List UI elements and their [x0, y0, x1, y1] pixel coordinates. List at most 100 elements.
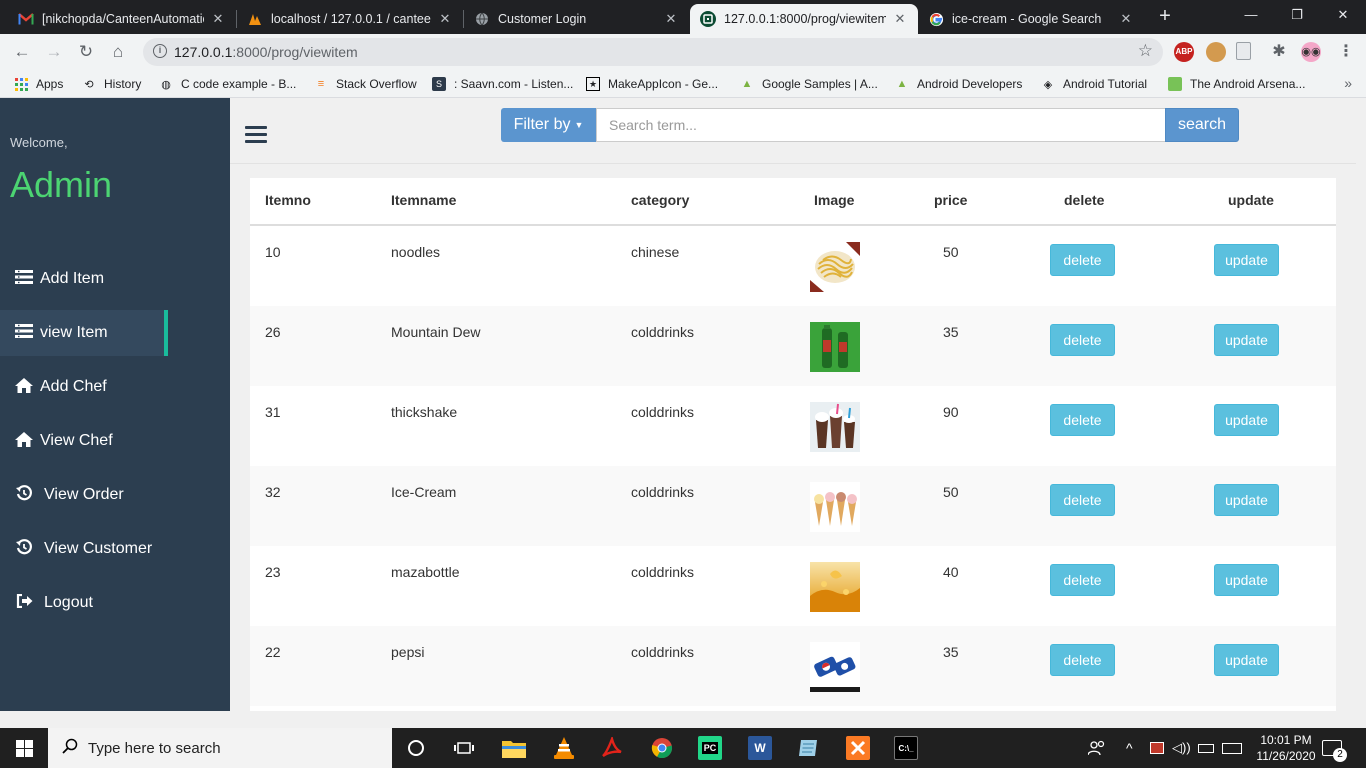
- battery-icon[interactable]: [1198, 728, 1214, 768]
- close-window-icon[interactable]: ✕: [1320, 0, 1366, 32]
- close-tab-icon[interactable]: ✕: [892, 11, 908, 27]
- volume-icon[interactable]: ◁)): [1172, 728, 1191, 768]
- hamburger-menu-icon[interactable]: [245, 126, 267, 144]
- cell-category: colddrinks: [631, 404, 695, 420]
- bookmark-android-arsenal[interactable]: The Android Arsena...: [1168, 75, 1305, 93]
- minimize-icon[interactable]: —: [1228, 0, 1274, 32]
- admin-username: Admin: [10, 164, 113, 205]
- delete-button[interactable]: delete: [1050, 404, 1115, 436]
- update-button[interactable]: update: [1214, 324, 1279, 356]
- delete-button[interactable]: delete: [1050, 244, 1115, 276]
- home-icon[interactable]: ⌂: [106, 40, 130, 64]
- delete-button[interactable]: delete: [1050, 324, 1115, 356]
- adblock-plus-icon[interactable]: ABP: [1174, 42, 1194, 62]
- update-button[interactable]: update: [1214, 644, 1279, 676]
- bookmark-c-code[interactable]: ◍ C code example - B...: [159, 75, 296, 93]
- sidebar-item-label: view Item: [40, 324, 108, 341]
- sidebar-item-label: View Customer: [44, 540, 153, 557]
- restore-icon[interactable]: ❐: [1274, 0, 1320, 32]
- people-icon[interactable]: [1088, 728, 1106, 768]
- sidebar-item-add-chef[interactable]: Add Chef: [0, 364, 168, 410]
- document-extension-icon[interactable]: [1236, 42, 1251, 60]
- cookie-extension-icon[interactable]: [1206, 42, 1226, 62]
- tab-title: localhost / 127.0.0.1 / canteena: [271, 12, 431, 26]
- column-header-category: category: [631, 192, 690, 208]
- address-bar[interactable]: i 127.0.0.1:8000/prog/viewitem ☆: [143, 38, 1163, 66]
- browser-tab[interactable]: Customer Login ✕: [464, 4, 689, 34]
- xampp-icon[interactable]: [846, 736, 870, 760]
- update-button[interactable]: update: [1214, 404, 1279, 436]
- browser-tab[interactable]: [nikchopda/CanteenAutomatic ✕: [8, 4, 236, 34]
- stackoverflow-icon: ≡: [317, 78, 325, 90]
- back-icon[interactable]: ←: [10, 40, 34, 64]
- close-tab-icon[interactable]: ✕: [210, 11, 226, 27]
- browser-tab[interactable]: ice-cream - Google Search ✕: [918, 4, 1144, 34]
- tab-title: Customer Login: [498, 12, 587, 26]
- search-button[interactable]: search: [1165, 108, 1239, 142]
- browser-tab[interactable]: localhost / 127.0.0.1 / canteena ✕: [237, 4, 463, 34]
- forward-icon[interactable]: →: [42, 40, 66, 64]
- bookmark-android-developers[interactable]: ▲ Android Developers: [895, 75, 1023, 93]
- bookmark-apps[interactable]: Apps: [14, 75, 63, 93]
- cortana-icon[interactable]: [404, 736, 428, 760]
- tray-overflow-icon[interactable]: ^: [1126, 728, 1133, 768]
- profile-avatar[interactable]: ◉◉: [1301, 42, 1321, 62]
- start-button[interactable]: [0, 728, 48, 768]
- filter-by-label: Filter by: [513, 116, 571, 133]
- bookmark-label: Android Developers: [917, 77, 1023, 91]
- search-input[interactable]: [596, 108, 1166, 142]
- update-button[interactable]: update: [1214, 484, 1279, 516]
- close-tab-icon[interactable]: ✕: [663, 11, 679, 27]
- keyboard-icon[interactable]: [1222, 728, 1242, 768]
- bookmark-stack-overflow[interactable]: ≡ Stack Overflow: [314, 75, 417, 93]
- taskbar-clock[interactable]: 10:01 PM 11/26/2020: [1254, 732, 1318, 764]
- sidebar-item-view-item[interactable]: view Item: [0, 310, 168, 356]
- browser-tab-active[interactable]: 127.0.0.1:8000/prog/viewitem ✕: [690, 4, 918, 34]
- close-tab-icon[interactable]: ✕: [1118, 11, 1134, 27]
- file-explorer-icon[interactable]: [502, 736, 526, 760]
- reload-icon[interactable]: ↻: [74, 40, 98, 64]
- command-prompt-icon[interactable]: C:\_: [894, 736, 918, 760]
- sidebar-item-logout[interactable]: Logout: [0, 580, 168, 626]
- update-button[interactable]: update: [1214, 564, 1279, 596]
- bookmark-star-icon[interactable]: ☆: [1138, 41, 1153, 61]
- new-tab-button[interactable]: +: [1155, 6, 1175, 26]
- browser-menu-icon[interactable]: ⋮: [1336, 42, 1356, 62]
- bookmarks-overflow-icon[interactable]: »: [1344, 75, 1352, 91]
- notes-app-icon[interactable]: [796, 736, 820, 760]
- delete-button[interactable]: delete: [1050, 564, 1115, 596]
- address-url[interactable]: 127.0.0.1:8000/prog/viewitem: [174, 44, 358, 60]
- sidebar-item-view-customer[interactable]: View Customer: [0, 526, 168, 572]
- update-button[interactable]: update: [1214, 244, 1279, 276]
- word-icon[interactable]: W: [748, 736, 772, 760]
- scrollbar-track[interactable]: [1356, 98, 1366, 711]
- bookmark-saavn[interactable]: S : Saavn.com - Listen...: [432, 75, 573, 93]
- sidebar-item-view-chef[interactable]: View Chef: [0, 418, 168, 464]
- cell-itemno: 26: [265, 324, 281, 340]
- tray-app-icon[interactable]: [1150, 728, 1164, 768]
- sidebar-item-add-item[interactable]: Add Item: [0, 256, 168, 302]
- bookmark-android-tutorial[interactable]: ◈ Android Tutorial: [1041, 75, 1147, 93]
- close-tab-icon[interactable]: ✕: [437, 11, 453, 27]
- bookmark-makeappicon[interactable]: ★ MakeAppIcon - Ge...: [586, 75, 718, 93]
- sidebar-item-label: Add Item: [40, 270, 105, 287]
- chrome-icon[interactable]: [650, 736, 674, 760]
- delete-button[interactable]: delete: [1050, 644, 1115, 676]
- site-info-icon[interactable]: i: [153, 44, 167, 58]
- delete-button[interactable]: delete: [1050, 484, 1115, 516]
- bookmark-history[interactable]: ⟲ History: [82, 75, 141, 93]
- taskbar-search-box[interactable]: Type here to search: [48, 728, 392, 768]
- bookmark-google-samples[interactable]: ▲ Google Samples | A...: [740, 75, 878, 93]
- filter-by-dropdown[interactable]: Filter by ▼: [501, 108, 596, 142]
- vlc-icon[interactable]: [552, 736, 576, 760]
- cell-itemname: Mountain Dew: [391, 324, 481, 340]
- notification-center-icon[interactable]: 2: [1322, 728, 1347, 768]
- task-view-icon[interactable]: [452, 736, 476, 760]
- table-row: 31 thickshake colddrinks 90 delete updat…: [250, 386, 1336, 466]
- bookmarks-bar: Apps ⟲ History ◍ C code example - B... ≡…: [0, 70, 1366, 98]
- acrobat-icon[interactable]: [600, 736, 624, 760]
- cell-category: colddrinks: [631, 324, 695, 340]
- extensions-puzzle-icon[interactable]: ✱: [1269, 42, 1289, 62]
- pycharm-icon[interactable]: PC: [698, 736, 722, 760]
- sidebar-item-view-order[interactable]: View Order: [0, 472, 168, 518]
